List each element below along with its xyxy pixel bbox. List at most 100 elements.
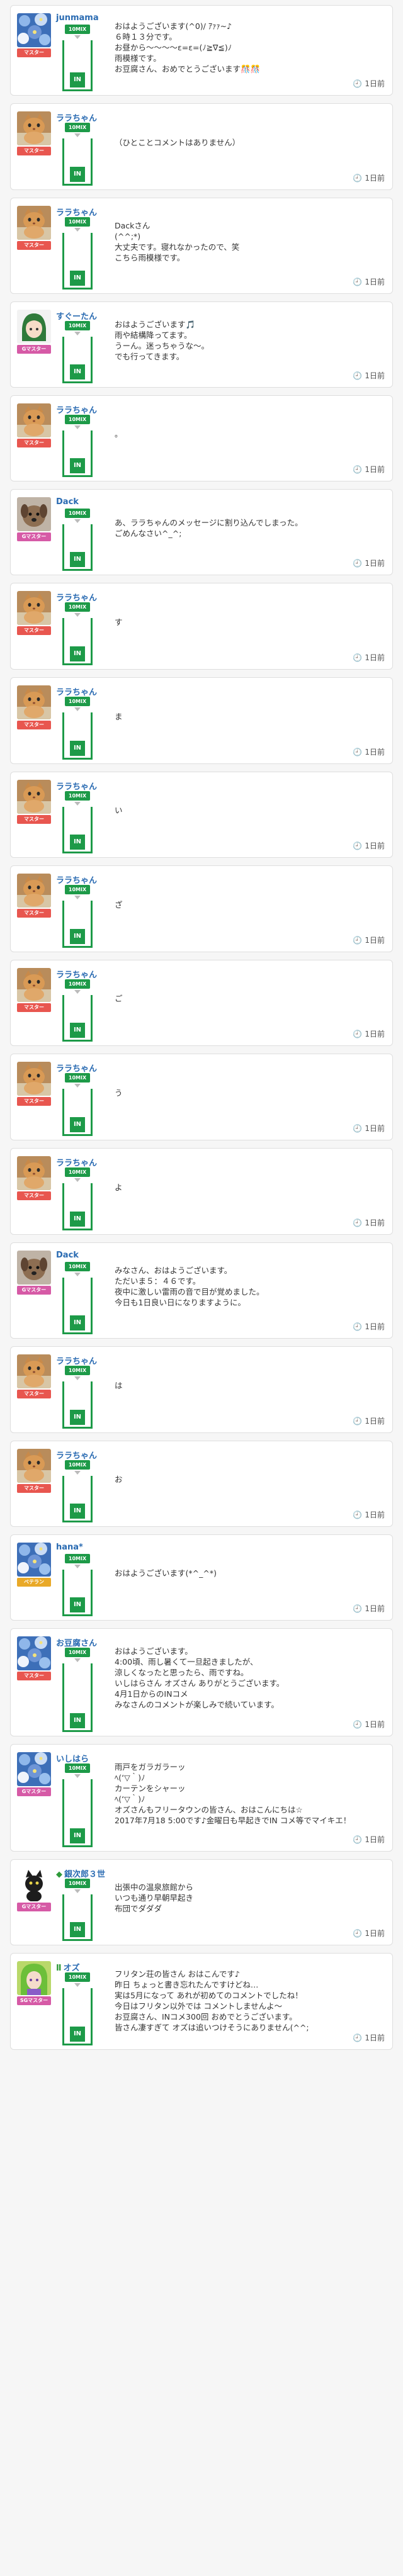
comment-text: あ、ララちゃんのメッセージに割り込んでしまった。 ごめんなさい^_^; bbox=[115, 517, 380, 539]
comment-text: よ bbox=[115, 1182, 380, 1193]
dog-avatar-icon[interactable] bbox=[17, 1251, 51, 1285]
timestamp-text: 1日前 bbox=[365, 1417, 385, 1426]
user-name: ララちゃん bbox=[56, 1451, 98, 1461]
arrow-down-icon bbox=[74, 1889, 81, 1893]
user-name: ララちゃん bbox=[56, 1064, 98, 1074]
checkin-tally: 10MIX IN bbox=[61, 979, 94, 1042]
mix-count-tag: 10MIX bbox=[65, 885, 90, 894]
user-name-link[interactable]: ララちゃん bbox=[56, 1156, 97, 1168]
flower-avatar-icon[interactable] bbox=[17, 1752, 51, 1786]
user-name-link[interactable]: ララちゃん bbox=[56, 968, 97, 980]
cat-avatar-icon[interactable] bbox=[17, 591, 51, 625]
user-name-link[interactable]: ララちゃん bbox=[56, 685, 97, 697]
in-box: IN bbox=[62, 40, 93, 91]
user-name-link[interactable]: junmama bbox=[56, 13, 99, 23]
rank-badge: マスター bbox=[17, 48, 51, 57]
character-avatar-icon[interactable] bbox=[17, 310, 51, 344]
user-name: 銀次郎３世 bbox=[64, 1870, 106, 1879]
comment-line: でも行ってきます。 bbox=[115, 352, 184, 361]
rank-badge: SGマスター bbox=[17, 1996, 51, 2005]
in-box: IN bbox=[62, 524, 93, 571]
comment-line: 大丈夫です。寝れなかったので、笑 bbox=[115, 242, 240, 252]
user-name-link[interactable]: ◆ 銀次郎３世 bbox=[56, 1867, 105, 1879]
user-name-link[interactable]: Ⅱ オズ bbox=[56, 1961, 80, 1973]
cat-avatar-icon[interactable] bbox=[17, 1156, 51, 1190]
timestamp-text: 1日前 bbox=[365, 1720, 385, 1729]
user-name: ララちゃん bbox=[56, 876, 98, 886]
user-name-link[interactable]: hana* bbox=[56, 1543, 83, 1552]
comment-line: ご bbox=[115, 994, 123, 1003]
cat-avatar-icon[interactable] bbox=[17, 403, 51, 437]
in-label: IN bbox=[70, 835, 85, 850]
timestamp-text: 1日前 bbox=[365, 1835, 385, 1844]
post-timestamp: 🕘 1日前 bbox=[353, 746, 385, 757]
user-name-link[interactable]: ララちゃん bbox=[56, 780, 97, 792]
character-avatar-icon[interactable] bbox=[17, 1961, 51, 1995]
cat-avatar-icon[interactable] bbox=[17, 874, 51, 908]
comment-line: 4:00頃、雨し暑くて一旦起きましたが、 bbox=[115, 1657, 258, 1667]
user-name-link[interactable]: ララちゃん bbox=[56, 206, 97, 218]
arrow-down-icon bbox=[74, 707, 81, 711]
comment-line: (^^;*) bbox=[115, 232, 141, 241]
comment-line: お豆腐さん、おめでとうございます🎊🎊 bbox=[115, 64, 261, 74]
user-name-link[interactable]: Dack bbox=[56, 1251, 79, 1260]
cat-avatar-icon[interactable] bbox=[17, 968, 51, 1002]
timestamp-text: 1日前 bbox=[365, 1322, 385, 1331]
avatar-column: Gマスター bbox=[17, 310, 51, 354]
user-name-link[interactable]: ララちゃん bbox=[56, 403, 97, 415]
flower-avatar-icon[interactable] bbox=[17, 1543, 51, 1577]
user-name-link[interactable]: いしはら bbox=[56, 1752, 89, 1764]
checkin-tally: 10MIX IN bbox=[61, 1763, 94, 1847]
dog-avatar-icon[interactable] bbox=[17, 497, 51, 531]
rank-badge: マスター bbox=[17, 721, 51, 729]
user-name: junmama bbox=[56, 13, 99, 23]
cat-avatar-icon[interactable] bbox=[17, 1449, 51, 1483]
cat-avatar-icon[interactable] bbox=[17, 1062, 51, 1096]
mix-count-tag: 10MIX bbox=[65, 791, 90, 801]
flower-avatar-icon[interactable] bbox=[17, 13, 51, 47]
user-name-link[interactable]: ララちゃん bbox=[56, 591, 97, 603]
avatar-column: マスター bbox=[17, 13, 51, 57]
comment-line: ﾍ(‘▽｀)ﾉ bbox=[115, 1773, 145, 1782]
black-cat-avatar-icon[interactable] bbox=[17, 1867, 51, 1901]
user-name-link[interactable]: ララちゃん bbox=[56, 874, 97, 886]
comment-line: す bbox=[115, 617, 123, 627]
comment-text: フリタン荘の皆さん おはこんです♪ 昨日 ちょっと書き忘れたんですけどね… 実は5月… bbox=[115, 1969, 380, 2033]
user-name-link[interactable]: Dack bbox=[56, 497, 79, 507]
clock-icon: 🕘 bbox=[353, 1604, 363, 1613]
in-label: IN bbox=[70, 1828, 85, 1843]
user-name-link[interactable]: すぐーたん bbox=[56, 310, 97, 322]
user-name-link[interactable]: お豆腐さん bbox=[56, 1636, 97, 1648]
cat-avatar-icon[interactable] bbox=[17, 1354, 51, 1388]
checkin-tally: 10MIX IN bbox=[61, 1073, 94, 1136]
user-name-link[interactable]: ララちゃん bbox=[56, 1449, 97, 1461]
timestamp-text: 1日前 bbox=[365, 748, 385, 756]
comment-text: は bbox=[115, 1380, 380, 1391]
avatar-column: SGマスター bbox=[17, 1961, 51, 2005]
mix-count-tag: 10MIX bbox=[65, 602, 90, 612]
post-timestamp: 🕘 1日前 bbox=[353, 78, 385, 89]
post-card: マスター ララちゃん 10MIX IN よ 🕘 1日前 bbox=[10, 1148, 393, 1235]
comment-text: ざ bbox=[115, 899, 380, 910]
mix-count-tag: 10MIX bbox=[65, 1763, 90, 1773]
avatar-column: マスター bbox=[17, 1354, 51, 1398]
cat-avatar-icon[interactable] bbox=[17, 780, 51, 814]
user-name-link[interactable]: ララちゃん bbox=[56, 111, 97, 123]
user-name: Dack bbox=[56, 497, 79, 507]
post-card: マスター ララちゃん 10MIX IN ま 🕘 1日前 bbox=[10, 677, 393, 764]
arrow-down-icon bbox=[74, 990, 81, 994]
flower-avatar-icon[interactable] bbox=[17, 1636, 51, 1670]
comment-line: みなさん、おはようございます。 bbox=[115, 1266, 232, 1275]
mix-count-tag: 10MIX bbox=[65, 509, 90, 518]
cat-avatar-icon[interactable] bbox=[17, 206, 51, 240]
post-timestamp: 🕘 1日前 bbox=[353, 1028, 385, 1039]
comment-text: お bbox=[115, 1474, 380, 1485]
cat-avatar-icon[interactable] bbox=[17, 111, 51, 145]
post-card: マスター お豆腐さん 10MIX IN おはようございます。 4:00頃、雨し暑くて一旦起… bbox=[10, 1628, 393, 1736]
post-timestamp: 🕘 1日前 bbox=[353, 1217, 385, 1228]
user-name-link[interactable]: ララちゃん bbox=[56, 1354, 97, 1366]
user-name-link[interactable]: ララちゃん bbox=[56, 1062, 97, 1074]
comment-text: （ひとことコメントはありません） bbox=[115, 137, 380, 148]
cat-avatar-icon[interactable] bbox=[17, 685, 51, 719]
checkin-tally: 10MIX IN bbox=[61, 25, 94, 91]
